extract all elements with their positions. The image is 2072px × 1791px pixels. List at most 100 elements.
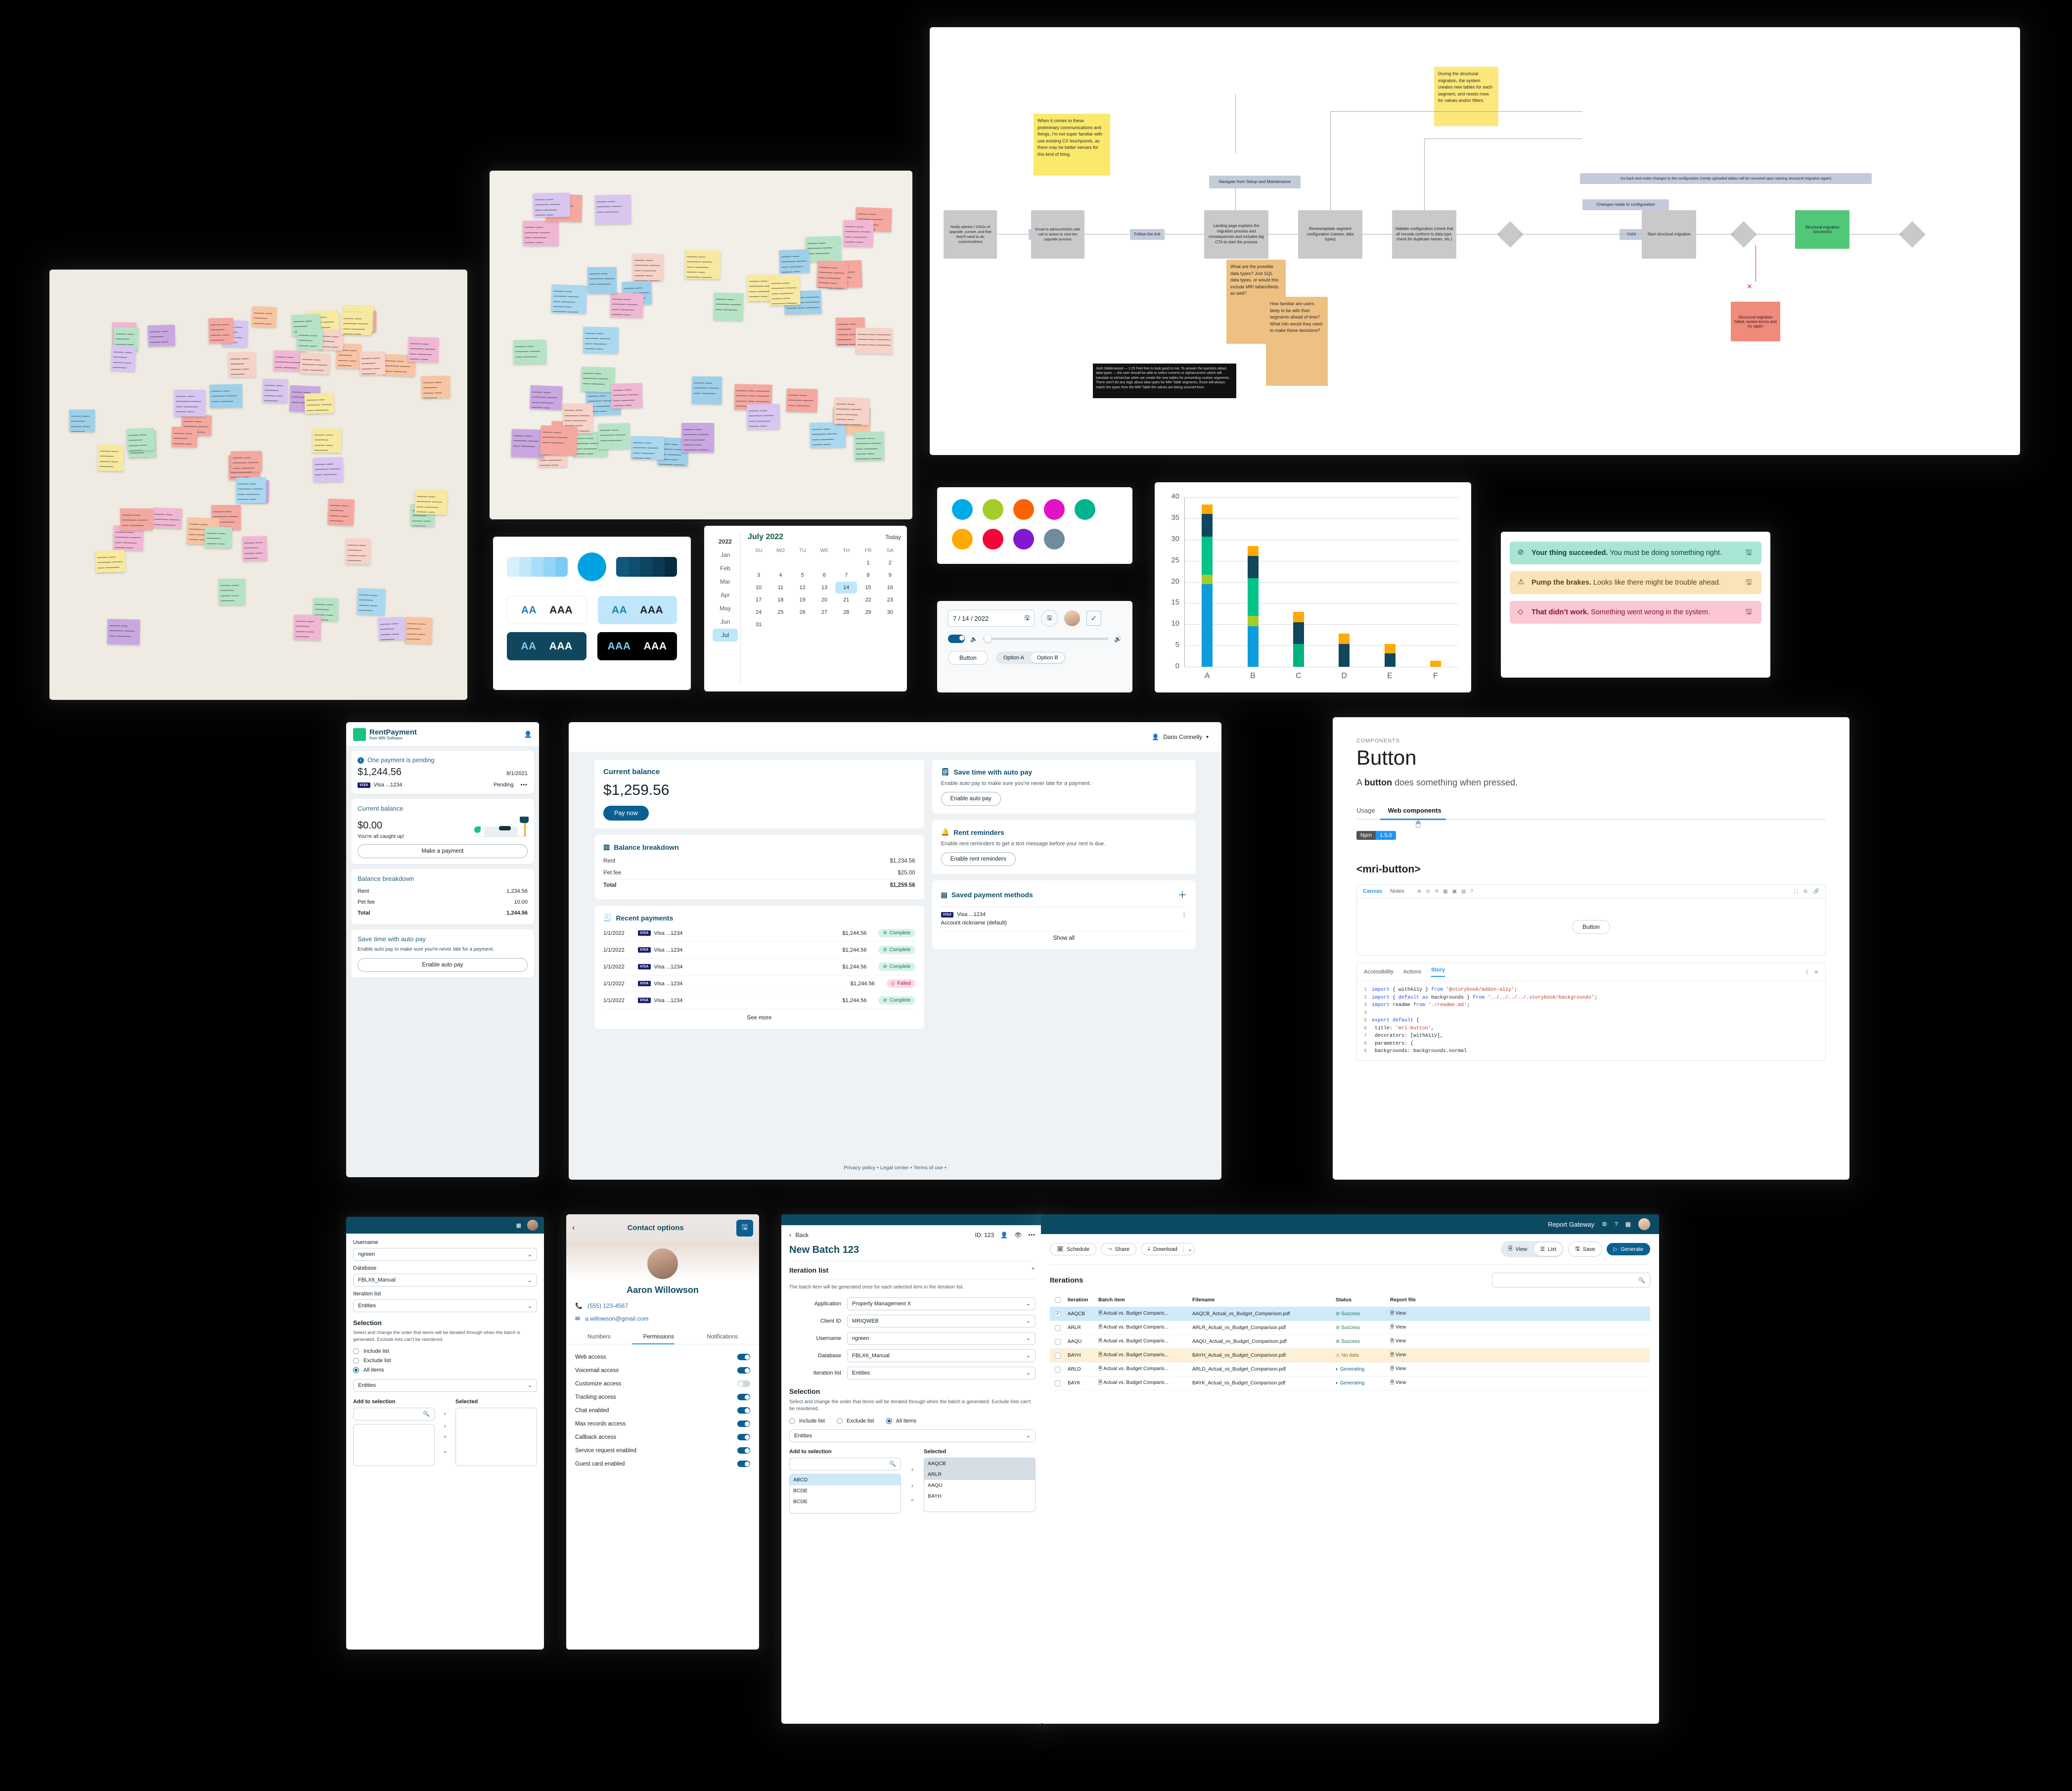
color-swatch-1[interactable] — [983, 499, 1003, 520]
radio-exclude-list[interactable]: Exclude list — [836, 1418, 874, 1424]
radio-dot[interactable] — [353, 1367, 359, 1373]
tab-web-components[interactable]: Web components — [1388, 807, 1441, 819]
view-mode-list[interactable]: ☰ List — [1534, 1242, 1563, 1256]
add-payment-method-icon[interactable]: ＋ — [1178, 888, 1187, 901]
cell-report-file[interactable]: 🗎 View — [1390, 1351, 1435, 1360]
apps-icon[interactable]: ▦ — [516, 1222, 521, 1229]
open-new-tab-icon[interactable]: ⧉ — [1803, 889, 1807, 894]
portal-footer[interactable]: Privacy policy • Legal center • Terms of… — [569, 1165, 1221, 1171]
permission-toggle[interactable] — [737, 1354, 750, 1360]
storybook-canvas[interactable]: Canvas Notes ⊕ ⊖ ⟲ ▦ ▣ ▤ ? ⛶ ⧉ 🔗 Button — [1356, 884, 1826, 956]
permission-toggle[interactable] — [737, 1407, 750, 1414]
color-swatch-5[interactable] — [952, 529, 973, 550]
calendar-month-list[interactable]: 2022 Jan Feb Mar Apr May Jun Jul — [710, 533, 741, 685]
calendar-day-21[interactable]: 21 — [835, 594, 857, 606]
calendar-day-8[interactable]: 8 — [857, 569, 879, 581]
save-button[interactable]: 🖫 Save — [1568, 1241, 1602, 1257]
save-icon[interactable]: 🖫 — [1746, 548, 1754, 558]
search-icon[interactable]: 🔍 — [889, 1461, 896, 1467]
see-more-link[interactable]: See more — [603, 1009, 915, 1021]
calendar-day-3[interactable]: 3 — [748, 569, 769, 581]
pay-now-button[interactable]: Pay now — [603, 806, 649, 821]
row-checkbox[interactable] — [1055, 1366, 1061, 1373]
calendar-day-19[interactable]: 19 — [792, 594, 813, 606]
radio-include-list[interactable]: Include list — [353, 1348, 537, 1354]
chevron-up-icon[interactable]: ⌃ — [1031, 1267, 1036, 1274]
move-up-icon[interactable]: ⌃ — [910, 1498, 915, 1506]
download-button[interactable]: ⤓ Download ⌄ — [1141, 1243, 1195, 1255]
calendar-day-5[interactable]: 5 — [792, 569, 813, 581]
volume-slider[interactable] — [983, 635, 1109, 643]
save-icon[interactable]: 🖫 — [1746, 578, 1754, 588]
grid-icon[interactable]: ▦ — [1443, 889, 1447, 894]
avatar[interactable] — [1638, 1218, 1650, 1230]
help-icon[interactable]: ? — [1470, 889, 1473, 894]
ruler-icon[interactable]: ▤ — [1461, 889, 1466, 894]
calendar-grid[interactable]: SU MO TU WE TH FR SA 1 2 3 4 5 6 7 8 9 10 11 12 13 14 15 16 17 1… — [748, 545, 901, 631]
calendar-day-30[interactable]: 30 — [879, 606, 901, 618]
radio-dot[interactable] — [886, 1418, 892, 1424]
move-down-icon[interactable]: ⌄ — [443, 1447, 448, 1454]
show-all-link[interactable]: Show all — [941, 935, 1187, 941]
addon-tab-actions[interactable]: Actions — [1403, 969, 1421, 975]
contact-options-mobile[interactable]: ‹ Contact options 🖫 Aaron Willowson 📞 (5… — [566, 1214, 759, 1650]
zoom-out-icon[interactable]: ⊖ — [1426, 889, 1430, 894]
field-select[interactable]: FBLX6_Manual ⌄ — [353, 1274, 537, 1286]
chevron-down-icon[interactable]: ⌄ — [1182, 1246, 1192, 1252]
calendar-day-26[interactable]: 26 — [792, 606, 813, 618]
calendar-today-button[interactable]: Today — [885, 534, 901, 541]
radio-dot[interactable] — [353, 1357, 359, 1364]
canvas-tab-canvas[interactable]: Canvas — [1363, 888, 1382, 894]
color-swatch-4[interactable] — [1075, 499, 1095, 520]
account-icon[interactable]: 👤 — [524, 731, 532, 738]
calendar-month-apr[interactable]: Apr — [713, 589, 738, 601]
calendar-day-11[interactable]: 11 — [769, 582, 791, 594]
color-swatch-7[interactable] — [1013, 529, 1034, 550]
calendar-day-14[interactable]: 14 — [835, 582, 857, 594]
link-icon[interactable]: 🔗 — [1813, 889, 1819, 894]
cell-report-file[interactable]: 🗎 View — [1390, 1310, 1435, 1318]
enable-reminders-button[interactable]: Enable rent reminders — [941, 852, 1016, 866]
segment-option-b[interactable]: Option B — [1031, 653, 1064, 663]
calendar-day-25[interactable]: 25 — [769, 606, 791, 618]
more-options-icon[interactable]: ••• — [520, 782, 528, 788]
contact-phone[interactable]: (555) 123-4567 — [587, 1302, 628, 1309]
date-input[interactable]: 7 / 14 / 2022 🖫 — [948, 610, 1035, 627]
permission-toggle[interactable] — [737, 1461, 750, 1467]
tab-usage[interactable]: Usage — [1356, 807, 1375, 819]
row-checkbox[interactable] — [1055, 1380, 1061, 1386]
list-item[interactable]: ABCD — [790, 1474, 901, 1485]
addon-tab-story[interactable]: Story — [1431, 967, 1445, 977]
selected-items-list[interactable] — [455, 1407, 537, 1466]
sound-toggle[interactable] — [948, 635, 965, 643]
calendar-day-4[interactable]: 4 — [769, 569, 791, 581]
field-select[interactable]: ngreen ⌄ — [847, 1332, 1036, 1345]
apps-icon[interactable]: ▦ — [1625, 1221, 1631, 1228]
calendar-day-29[interactable]: 29 — [857, 606, 879, 618]
table-row[interactable]: ARLD 🗎 Actual vs. Budget Comparis... ARLD_… — [1050, 1363, 1650, 1377]
permission-toggle[interactable] — [737, 1421, 750, 1427]
rentpayment-mobile-app[interactable]: RentPayment from MRI Software 👤 i One pa… — [346, 722, 539, 1177]
table-row[interactable]: BAYK 🗎 Actual vs. Budget Comparis... BAYK_… — [1050, 1377, 1650, 1390]
iterations-table[interactable]: Iteration Batch item Filename Status Rep… — [1041, 1292, 1659, 1390]
save-icon-button[interactable]: 🖫 — [1041, 610, 1058, 627]
calendar-day-13[interactable]: 13 — [813, 582, 835, 594]
field-select[interactable]: MRIQWEB ⌄ — [847, 1314, 1036, 1328]
view-mode-view[interactable]: 🗎 View — [1502, 1242, 1533, 1256]
field-select[interactable]: ngreen ⌄ — [353, 1248, 537, 1261]
generate-button[interactable]: ▷ Generate — [1606, 1243, 1650, 1255]
button-sample[interactable]: Button — [948, 651, 988, 665]
batch-selection-mobile[interactable]: ▦ Username ngreen ⌄ Database FBLX6_Manual ⌄ It… — [346, 1217, 544, 1650]
contact-email[interactable]: a.willowson@gmail.com — [585, 1315, 648, 1322]
color-swatch-3[interactable] — [1044, 499, 1065, 520]
color-swatch-6[interactable] — [983, 529, 1003, 550]
chevron-down-icon[interactable]: ▾ — [1206, 735, 1209, 740]
segmented-control[interactable]: Option A Option B — [995, 651, 1066, 664]
fullscreen-icon[interactable]: ⛶ — [1794, 889, 1798, 894]
storybook-addon-panel[interactable]: Accessibility Actions Story ▯ ⊗ 1 import … — [1356, 963, 1826, 1061]
checkbox-checked[interactable]: ✓ — [1086, 611, 1101, 626]
addon-tab-accessibility[interactable]: Accessibility — [1364, 969, 1394, 975]
calendar-day-6[interactable]: 6 — [813, 569, 835, 581]
field-select[interactable]: Property Management X ⌄ — [847, 1297, 1036, 1310]
zoom-reset-icon[interactable]: ⟲ — [1435, 889, 1439, 894]
